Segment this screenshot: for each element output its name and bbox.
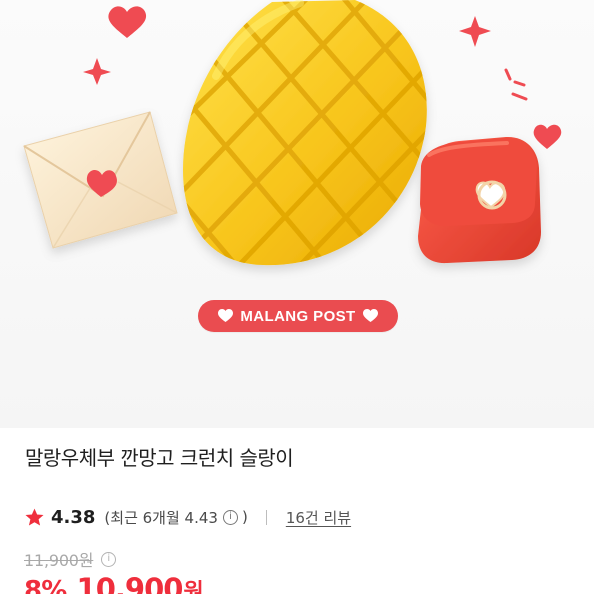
discount-rate: 8%: [24, 576, 67, 594]
review-count-link[interactable]: 16건 리뷰: [286, 507, 351, 528]
badge-label: MALANG POST: [240, 307, 356, 325]
motion-lines-icon: [504, 68, 528, 101]
heart-icon: [533, 124, 562, 149]
sparkle-icon: [83, 58, 111, 85]
recent-rating-close: ): [241, 508, 248, 526]
heart-icon: [108, 6, 147, 38]
info-icon[interactable]: i: [101, 551, 117, 567]
shoulder-bag-illustration: [418, 136, 541, 264]
original-price-row: 11,900원 i: [24, 548, 120, 570]
heart-icon: [218, 309, 234, 322]
product-hero-image: MALANG POST: [0, 0, 594, 428]
divider: [265, 509, 267, 525]
heart-icon: [362, 309, 378, 322]
mango-illustration: [183, 0, 427, 266]
info-icon[interactable]: i: [222, 509, 238, 525]
sale-price-currency: 원: [183, 580, 204, 594]
product-detail-page: MALANG POST 말랑우체부 깐망고 크런치 슬랑이 4.38 (최근 6…: [0, 0, 594, 594]
sparkle-icon: [459, 16, 491, 47]
mango-postal-illustration: [23, 0, 562, 266]
rating-row: 4.38 (최근 6개월 4.43 i ) 16건 리뷰: [24, 506, 351, 528]
sale-price: 10,900: [76, 572, 184, 594]
star-icon: [25, 508, 44, 526]
malang-post-badge: MALANG POST: [198, 300, 398, 332]
rating-value: 4.38: [51, 506, 96, 528]
envelope-illustration: [23, 111, 178, 249]
recent-rating: (최근 6개월 4.43: [104, 508, 218, 527]
product-title: 말랑우체부 깐망고 크런치 슬랑이: [25, 446, 294, 470]
product-info: 말랑우체부 깐망고 크런치 슬랑이 4.38 (최근 6개월 4.43 i ) …: [0, 428, 594, 594]
original-price: 11,900원: [24, 551, 94, 570]
sale-price-row: 8% 10,900 원: [24, 572, 204, 594]
